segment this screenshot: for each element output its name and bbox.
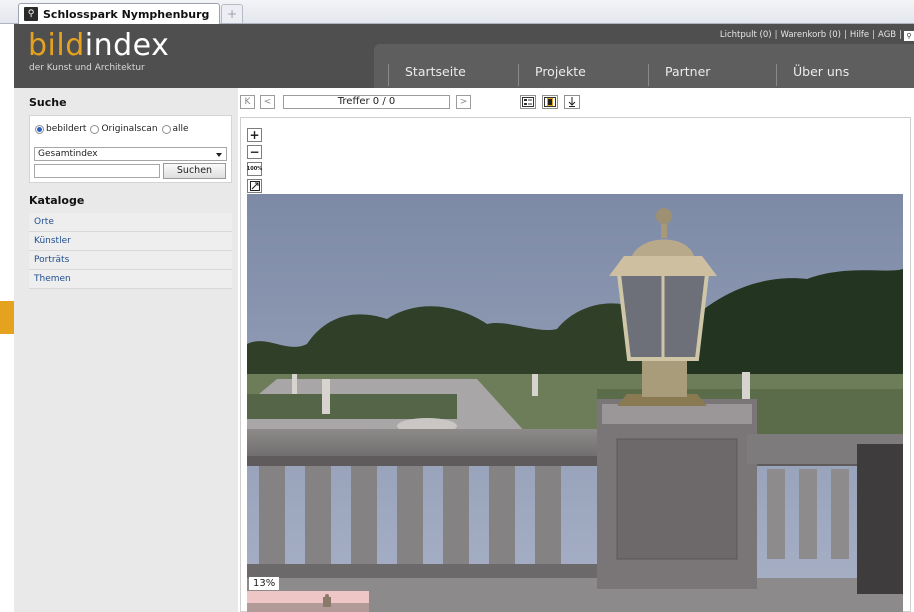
site-favicon-icon: ⚲	[24, 7, 38, 21]
accent-strip	[0, 301, 14, 334]
park-lantern-photo	[247, 194, 903, 612]
actual-size-icon: 100%	[246, 165, 263, 172]
radio-label-all: alle	[172, 124, 189, 134]
image-filter-radios: bebildert Originalscan alle	[35, 124, 193, 134]
list-view-icon	[522, 97, 534, 107]
index-select[interactable]: Gesamtindex	[34, 147, 227, 161]
nav-item-projects[interactable]: Projekte	[518, 64, 633, 86]
zoom-level: 13%	[249, 577, 279, 590]
catalog-item-portraits[interactable]: Porträts	[29, 251, 232, 270]
lightbox-link[interactable]: Lichtpult (0)	[719, 30, 773, 40]
browser-tab[interactable]: ⚲ Schlosspark Nymphenburg	[18, 3, 220, 24]
browser-tab-strip: ⚲ Schlosspark Nymphenburg +	[0, 0, 914, 24]
terms-link[interactable]: AGB	[877, 30, 897, 40]
hit-counter: Treffer 0 / 0	[283, 95, 450, 109]
previous-result-button[interactable]: <	[260, 95, 275, 109]
actual-size-button[interactable]: 100%	[247, 162, 262, 176]
catalog-list: Orte Künstler Porträts Themen	[29, 213, 232, 289]
artwork-image[interactable]	[247, 194, 903, 612]
radio-illustrated[interactable]	[35, 124, 44, 134]
navigator-thumbnail[interactable]	[247, 591, 369, 612]
logo-part-bild: bild	[28, 28, 85, 63]
thumbnail-image	[247, 591, 369, 612]
nav-item-home[interactable]: Startseite	[388, 64, 503, 86]
download-icon	[568, 97, 576, 107]
site-header: bildindex der Kunst und Architektur Lich…	[14, 24, 914, 88]
chevron-down-icon	[216, 153, 222, 157]
zoom-in-button[interactable]: +	[247, 128, 262, 142]
catalog-item-places[interactable]: Orte	[29, 213, 232, 232]
single-view-icon	[544, 97, 556, 107]
minus-icon: −	[249, 145, 260, 159]
catalog-item-themes[interactable]: Themen	[29, 270, 232, 289]
radio-label-original-scan: Originalscan	[101, 124, 158, 134]
help-link[interactable]: Hilfe	[849, 30, 870, 40]
main-navigation: Startseite Projekte Partner Über uns	[374, 44, 914, 88]
fit-screen-button[interactable]	[247, 179, 262, 193]
nav-item-partners[interactable]: Partner	[648, 64, 763, 86]
radio-label-illustrated: bebildert	[46, 124, 87, 134]
index-select-value: Gesamtindex	[38, 149, 98, 159]
fit-screen-icon	[249, 181, 260, 191]
search-heading: Suche	[29, 96, 67, 109]
browser-tab-title: Schlosspark Nymphenburg	[43, 7, 210, 21]
search-panel: bebildert Originalscan alle Gesamtindex …	[29, 115, 232, 183]
search-button[interactable]: Suchen	[163, 163, 226, 179]
plus-icon: +	[249, 128, 260, 142]
first-result-button[interactable]: K	[240, 95, 255, 109]
top-links: Lichtpult (0) | Warenkorb (0) | Hilfe | AGB | ⚲	[719, 30, 914, 41]
partner-logo-icon[interactable]: ⚲	[904, 31, 914, 41]
catalog-item-artists[interactable]: Künstler	[29, 232, 232, 251]
catalog-heading: Kataloge	[29, 194, 85, 207]
new-tab-button[interactable]: +	[221, 4, 243, 23]
nav-item-about[interactable]: Über uns	[776, 64, 891, 86]
list-view-button[interactable]	[520, 95, 536, 109]
download-button[interactable]	[564, 95, 580, 109]
zoom-out-button[interactable]: −	[247, 145, 262, 159]
search-input[interactable]	[34, 164, 160, 178]
single-view-button[interactable]	[542, 95, 558, 109]
logo-part-index: index	[84, 28, 170, 63]
cart-link[interactable]: Warenkorb (0)	[779, 30, 841, 40]
logo-subtitle: der Kunst und Architektur	[29, 63, 145, 73]
next-result-button[interactable]: >	[456, 95, 471, 109]
radio-all[interactable]	[161, 124, 171, 134]
site-logo[interactable]: bildindex	[28, 30, 169, 62]
radio-original-scan[interactable]	[90, 124, 100, 134]
